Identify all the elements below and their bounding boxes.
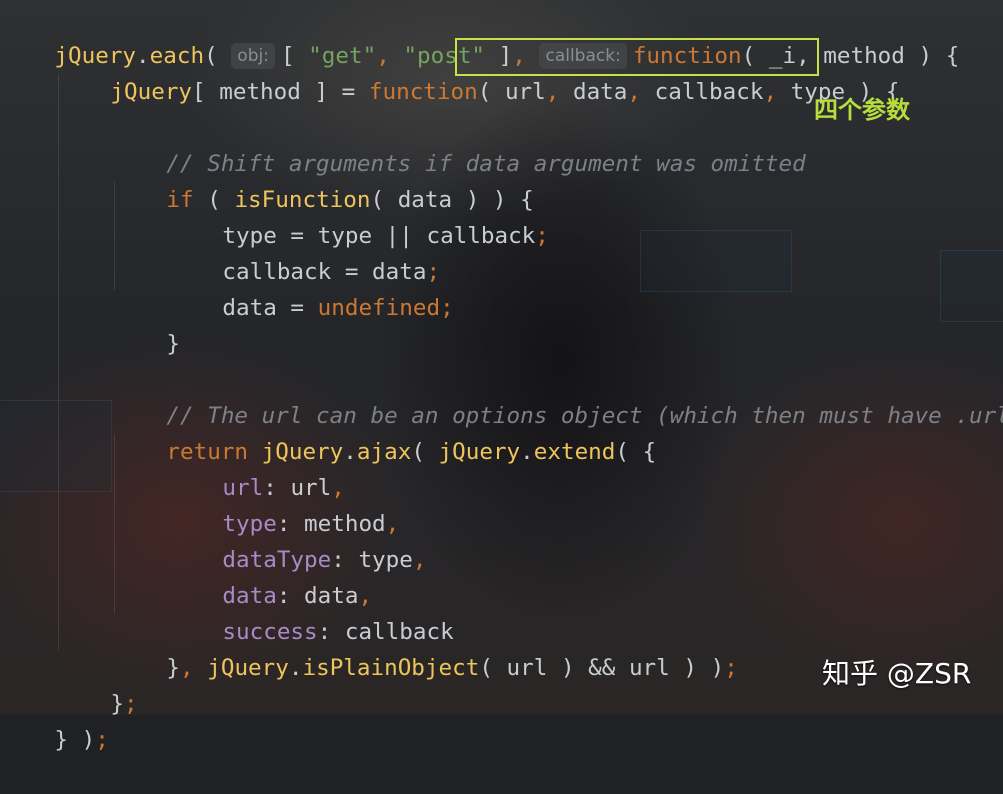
code-token: ( {	[615, 439, 657, 465]
code-line[interactable]: if ( isFunction( data ) ) {	[112, 146, 533, 213]
code-token: data =	[222, 295, 318, 321]
code-token: ,	[627, 79, 655, 105]
code-token: function	[368, 79, 478, 105]
code-token: ;	[124, 691, 138, 717]
code-token: ;	[724, 655, 738, 681]
code-token: } )	[54, 727, 96, 753]
code-token: ;	[440, 295, 454, 321]
code-token: (	[477, 79, 505, 105]
code-token: ,	[763, 79, 791, 105]
code-token: ;	[535, 223, 549, 249]
code-line[interactable]: return jQuery.ajax( jQuery.extend( {	[112, 398, 656, 465]
code-token: }	[110, 691, 125, 717]
code-token: jQuery	[207, 655, 289, 681]
code-line[interactable]: url: url,	[168, 434, 344, 501]
code-line[interactable]: data: data,	[168, 542, 372, 609]
code-token: .	[343, 439, 357, 465]
code-line[interactable]: dataType: type,	[168, 506, 426, 573]
code-token: ,	[180, 655, 208, 681]
code-line[interactable]: }	[112, 290, 180, 357]
code-line[interactable]: };	[56, 650, 137, 717]
code-line[interactable]: data = undefined;	[168, 254, 453, 321]
code-line[interactable]: type = type || callback;	[168, 182, 548, 249]
watermark: 知乎 @ZSR	[822, 657, 972, 690]
code-token: ,	[412, 547, 427, 573]
code-token: undefined	[317, 295, 441, 321]
code-line[interactable]: callback = data;	[168, 218, 440, 285]
code-token: url	[504, 79, 546, 105]
code-token: jQuery	[438, 439, 521, 465]
code-token: .	[288, 655, 303, 681]
parameters-annotation: 四个参数	[814, 96, 910, 124]
code-token: [ method ] =	[192, 79, 369, 105]
parameters-highlight-box	[455, 38, 819, 76]
code-line[interactable]: } );	[0, 686, 108, 753]
code-line[interactable]: jQuery.each( obj:[ "get", "post" ], call…	[0, 2, 959, 69]
code-token: ,	[545, 79, 573, 105]
code-token: extend	[533, 439, 616, 465]
code-line[interactable]: type: method,	[168, 470, 399, 537]
code-line[interactable]: success: callback	[168, 578, 453, 645]
code-line[interactable]: }, jQuery.isPlainObject( url ) && url ) …	[112, 614, 737, 681]
code-comment[interactable]: // Shift arguments if data argument was …	[112, 110, 805, 177]
code-token: ( url ) && url ) )	[479, 655, 725, 681]
code-token: }	[166, 331, 181, 357]
code-token: ajax	[356, 439, 412, 465]
code-token: ;	[95, 727, 109, 753]
code-token: callback	[654, 79, 764, 105]
code-token: data	[572, 79, 628, 105]
indent-guide	[58, 74, 59, 650]
code-token: }	[166, 655, 181, 681]
code-token: .	[520, 439, 534, 465]
code-comment[interactable]: // The url can be an options object (whi…	[112, 362, 1003, 429]
code-token: (	[411, 439, 439, 465]
code-token: isPlainObject	[302, 655, 480, 681]
code-token: jQuery	[110, 79, 193, 105]
